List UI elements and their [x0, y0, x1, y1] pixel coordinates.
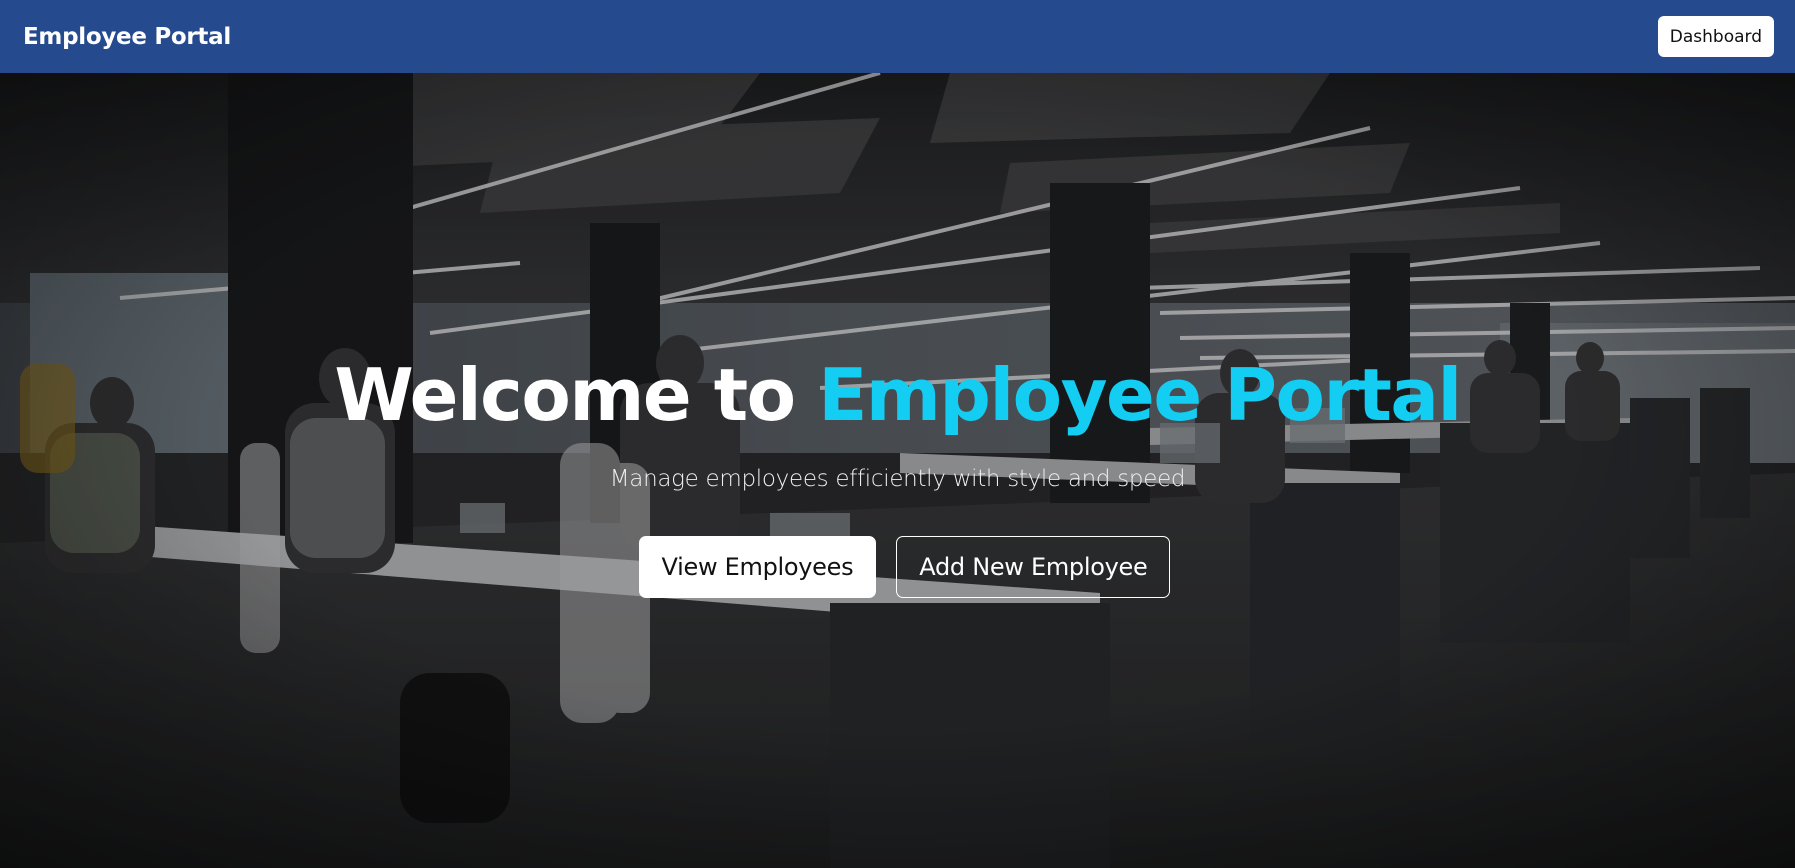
hero-content: Welcome to Employee Portal Manage employ… [0, 73, 1795, 868]
hero-subtitle: Manage employees efficiently with style … [609, 466, 1186, 492]
top-navbar: Employee Portal Dashboard [0, 0, 1795, 73]
view-employees-button[interactable]: View Employees [638, 536, 877, 598]
brand-title[interactable]: Employee Portal [23, 24, 231, 50]
hero-title-prefix: Welcome to [334, 353, 819, 437]
hero-title-accent: Employee Portal [818, 353, 1462, 437]
dashboard-button[interactable]: Dashboard [1657, 16, 1774, 57]
hero-title: Welcome to Employee Portal [0, 353, 1795, 437]
hero-actions: View Employees Add New Employee [0, 536, 1795, 598]
add-new-employee-button[interactable]: Add New Employee [896, 536, 1171, 598]
hero-section: Welcome to Employee Portal Manage employ… [0, 73, 1795, 868]
